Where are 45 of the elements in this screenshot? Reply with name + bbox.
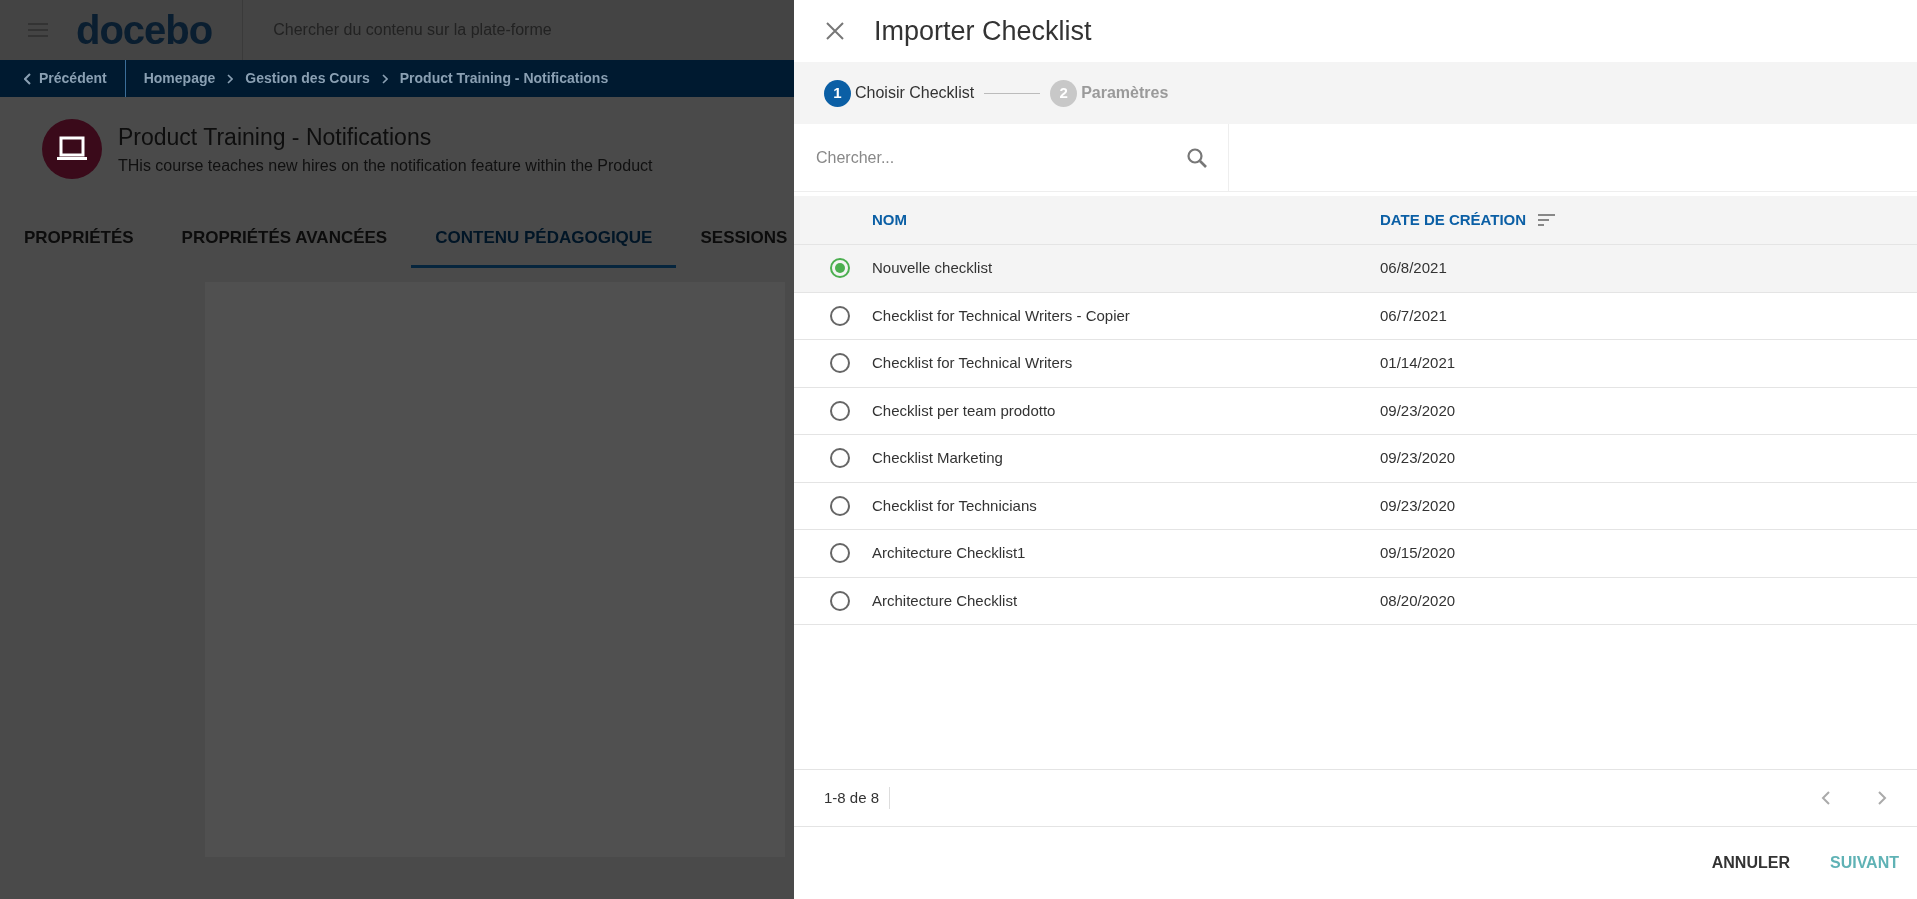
- radio-button[interactable]: [830, 448, 850, 469]
- table-cell: Checklist per team prodotto: [872, 401, 1056, 419]
- table-cell: Checklist for Technical Writers - Copier: [872, 306, 1130, 324]
- table-cell-text: 06/7/2021: [1380, 305, 1447, 326]
- radio-button[interactable]: [830, 400, 850, 421]
- breadcrumb-link[interactable]: Homepage: [143, 68, 216, 89]
- sort-icon[interactable]: [1538, 214, 1556, 226]
- chevron-icon: [227, 73, 234, 84]
- back-link[interactable]: Précédent: [0, 60, 126, 97]
- column-header[interactable]: DATE DE CRÉATION: [1380, 208, 1527, 232]
- radio-button[interactable]: [830, 590, 850, 611]
- course-icon: [42, 119, 102, 179]
- chevron-icon: [381, 73, 388, 84]
- search-field[interactable]: Chercher...: [814, 144, 1186, 171]
- table-cell: Architecture Checklist1: [872, 544, 1026, 561]
- radio-button[interactable]: [830, 543, 850, 564]
- table-cell-text: 09/23/2020: [1380, 448, 1456, 468]
- dialog-title: Importer Checklist: [874, 14, 1092, 48]
- table-cell-text: 06/8/2021: [1380, 258, 1447, 278]
- table-cell-text: 01/14/2021: [1380, 353, 1456, 373]
- table-cell: Nouvelle checklist: [872, 259, 993, 276]
- table-cell-text: 09/15/2020: [1380, 543, 1456, 563]
- chevron-icon: [24, 72, 31, 85]
- course-title: Product Training - Notifications: [118, 122, 433, 152]
- table-cell: Checklist Marketing: [872, 449, 1003, 466]
- search-icon[interactable]: [1186, 146, 1208, 169]
- step-label[interactable]: Choisir Checklist: [855, 81, 975, 105]
- column-header[interactable]: NOM: [872, 211, 907, 228]
- table-cell: Architecture Checklist: [872, 591, 1018, 609]
- breadcrumb-link[interactable]: Gestion des Cours: [245, 68, 370, 89]
- step-number[interactable]: 1: [824, 79, 851, 107]
- pagination-count: 1-8 de 8: [824, 786, 891, 810]
- course-description: THis course teaches new hires on the notification feature within the Product: [118, 156, 653, 177]
- table-cell-text: 08/20/2020: [1380, 590, 1456, 611]
- table-cell: Checklist for Technicians: [872, 496, 1037, 514]
- table-cell-text: 09/23/2020: [1380, 495, 1456, 516]
- cancel-button[interactable]: ANNULER: [1711, 851, 1790, 875]
- radio-button[interactable]: [830, 353, 850, 374]
- close-icon[interactable]: [826, 22, 844, 40]
- radio-button[interactable]: [830, 258, 850, 279]
- radio-button[interactable]: [830, 495, 850, 516]
- table-cell-text: 09/23/2020: [1380, 400, 1456, 421]
- table-cell: Checklist for Technical Writers: [872, 354, 1073, 371]
- breadcrumb-link[interactable]: Product Training - Notifications: [399, 68, 609, 89]
- radio-button[interactable]: [830, 305, 850, 326]
